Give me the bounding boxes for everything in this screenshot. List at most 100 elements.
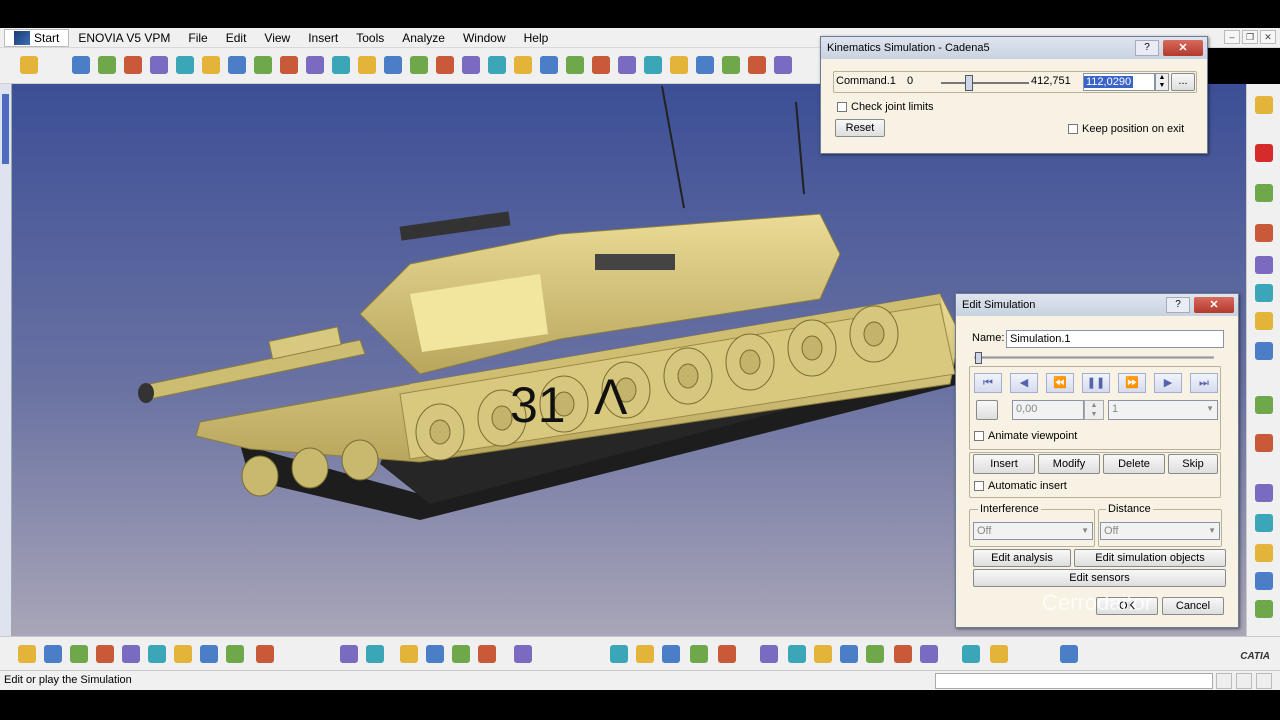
toolbar-tool-icon[interactable] — [1255, 434, 1273, 452]
edit-analysis-button[interactable]: Edit analysis — [973, 549, 1071, 567]
menu-analyze[interactable]: Analyze — [393, 28, 454, 48]
toolbar-tool-icon[interactable] — [306, 56, 324, 74]
toolbar-tool-icon[interactable] — [636, 645, 654, 663]
toolbar-tool-icon[interactable] — [400, 645, 418, 663]
close-button[interactable]: ✕ — [1163, 40, 1203, 56]
menu-window[interactable]: Window — [454, 28, 515, 48]
toolbar-tool-icon[interactable] — [814, 645, 832, 663]
toolbar-tool-icon[interactable] — [514, 645, 532, 663]
toolbar-tool-icon[interactable] — [1060, 645, 1078, 663]
left-scrollbar[interactable] — [0, 84, 12, 636]
toolbar-tool-icon[interactable] — [1255, 544, 1273, 562]
toolbar-tool-icon[interactable] — [1255, 256, 1273, 274]
toolbar-tool-icon[interactable] — [436, 56, 454, 74]
command-slider-thumb[interactable] — [964, 75, 973, 91]
automatic-insert[interactable]: Automatic insert — [974, 480, 1067, 492]
toolbar-tool-icon[interactable] — [410, 56, 428, 74]
animate-viewpoint-checkbox[interactable] — [974, 431, 984, 442]
menu-tools[interactable]: Tools — [347, 28, 393, 48]
toolbar-tool-icon[interactable] — [122, 645, 140, 663]
toolbar-tool-icon[interactable] — [20, 56, 38, 74]
toolbar-tool-icon[interactable] — [200, 645, 218, 663]
menu-enovia[interactable]: ENOVIA V5 VPM — [69, 28, 179, 48]
toolbar-tool-icon[interactable] — [1255, 514, 1273, 532]
name-field[interactable]: Simulation.1 — [1006, 330, 1224, 348]
menu-help[interactable]: Help — [515, 28, 558, 48]
toolbar-tool-icon[interactable] — [788, 645, 806, 663]
keep-position[interactable]: Keep position on exit — [1068, 123, 1184, 135]
toolbar-tool-icon[interactable] — [644, 56, 662, 74]
jump-to-start-button[interactable]: ⏮ — [974, 373, 1002, 393]
command-input[interactable] — [935, 673, 1213, 689]
toolbar-tool-icon[interactable] — [866, 645, 884, 663]
play-back-button[interactable]: ◀ — [1010, 373, 1038, 393]
toolbar-tool-icon[interactable] — [18, 645, 36, 663]
toolbar-tool-icon[interactable] — [358, 56, 376, 74]
stop-icon[interactable] — [1255, 144, 1273, 162]
interference-select[interactable]: Off ▼ — [973, 522, 1093, 540]
toolbar-tool-icon[interactable] — [1255, 284, 1273, 302]
toolbar-tool-icon[interactable] — [1255, 224, 1273, 242]
delete-button[interactable]: Delete — [1103, 454, 1165, 474]
help-button[interactable]: ? — [1135, 40, 1159, 56]
toolbar-tool-icon[interactable] — [256, 645, 274, 663]
toolbar-tool-icon[interactable] — [774, 56, 792, 74]
toolbar-tool-icon[interactable] — [1255, 484, 1273, 502]
toolbar-tool-icon[interactable] — [566, 56, 584, 74]
toolbar-tool-icon[interactable] — [990, 645, 1008, 663]
toolbar-tool-icon[interactable] — [70, 645, 88, 663]
toolbar-tool-icon[interactable] — [1255, 312, 1273, 330]
toolbar-tool-icon[interactable] — [894, 645, 912, 663]
toolbar-tool-icon[interactable] — [592, 56, 610, 74]
check-joint-limits-checkbox[interactable] — [837, 102, 847, 113]
toolbar-tool-icon[interactable] — [718, 645, 736, 663]
toolbar-tool-icon[interactable] — [1255, 342, 1273, 360]
cancel-button[interactable]: Cancel — [1162, 597, 1224, 615]
distance-select[interactable]: Off ▼ — [1100, 522, 1220, 540]
step-spinner[interactable]: ▲ ▼ — [1084, 400, 1104, 420]
pause-button[interactable]: ❚❚ — [1082, 373, 1110, 393]
keep-position-checkbox[interactable] — [1068, 124, 1078, 135]
toolbar-tool-icon[interactable] — [1255, 96, 1273, 114]
help-button[interactable]: ? — [1166, 297, 1190, 313]
toolbar-tool-icon[interactable] — [514, 56, 532, 74]
toolbar-tool-icon[interactable] — [462, 56, 480, 74]
animate-viewpoint[interactable]: Animate viewpoint — [974, 430, 1077, 442]
check-joint-limits[interactable]: Check joint limits — [837, 101, 934, 113]
toolbar-tool-icon[interactable] — [722, 56, 740, 74]
toolbar-tool-icon[interactable] — [340, 645, 358, 663]
toolbar-tool-icon[interactable] — [488, 56, 506, 74]
toolbar-tool-icon[interactable] — [176, 56, 194, 74]
toolbar-tool-icon[interactable] — [228, 56, 246, 74]
toolbar-tool-icon[interactable] — [426, 645, 444, 663]
more-button[interactable]: ... — [1171, 73, 1195, 91]
edit-sensors-button[interactable]: Edit sensors — [973, 569, 1226, 587]
toolbar-tool-icon[interactable] — [1255, 184, 1273, 202]
toolbar-tool-icon[interactable] — [618, 56, 636, 74]
close-button[interactable]: ✕ — [1194, 297, 1234, 313]
toolbar-tool-icon[interactable] — [690, 645, 708, 663]
toolbar-tool-icon[interactable] — [748, 56, 766, 74]
play-forward-button[interactable]: ▶ — [1154, 373, 1182, 393]
toolbar-tool-icon[interactable] — [202, 56, 220, 74]
toolbar-tool-icon[interactable] — [1255, 600, 1273, 618]
toolbar-tool-icon[interactable] — [150, 56, 168, 74]
value-spinner[interactable]: ▲ ▼ — [1155, 73, 1169, 91]
restore-button[interactable]: ❐ — [1242, 30, 1258, 44]
skip-button[interactable]: Skip — [1168, 454, 1218, 474]
menu-edit[interactable]: Edit — [217, 28, 256, 48]
toolbar-tool-icon[interactable] — [44, 645, 62, 663]
step-forward-button[interactable]: ⏩ — [1118, 373, 1146, 393]
scroll-thumb[interactable] — [2, 94, 9, 164]
step-back-button[interactable]: ⏪ — [1046, 373, 1074, 393]
toolbar-tool-icon[interactable] — [1255, 396, 1273, 414]
toolbar-tool-icon[interactable] — [610, 645, 628, 663]
toolbar-tool-icon[interactable] — [98, 56, 116, 74]
toolbar-tool-icon[interactable] — [696, 56, 714, 74]
toolbar-tool-icon[interactable] — [670, 56, 688, 74]
minimize-button[interactable]: – — [1224, 30, 1240, 44]
toolbar-tool-icon[interactable] — [72, 56, 90, 74]
reset-button[interactable]: Reset — [835, 119, 885, 137]
start-menu[interactable]: Start — [4, 28, 70, 47]
toolbar-tool-icon[interactable] — [96, 645, 114, 663]
